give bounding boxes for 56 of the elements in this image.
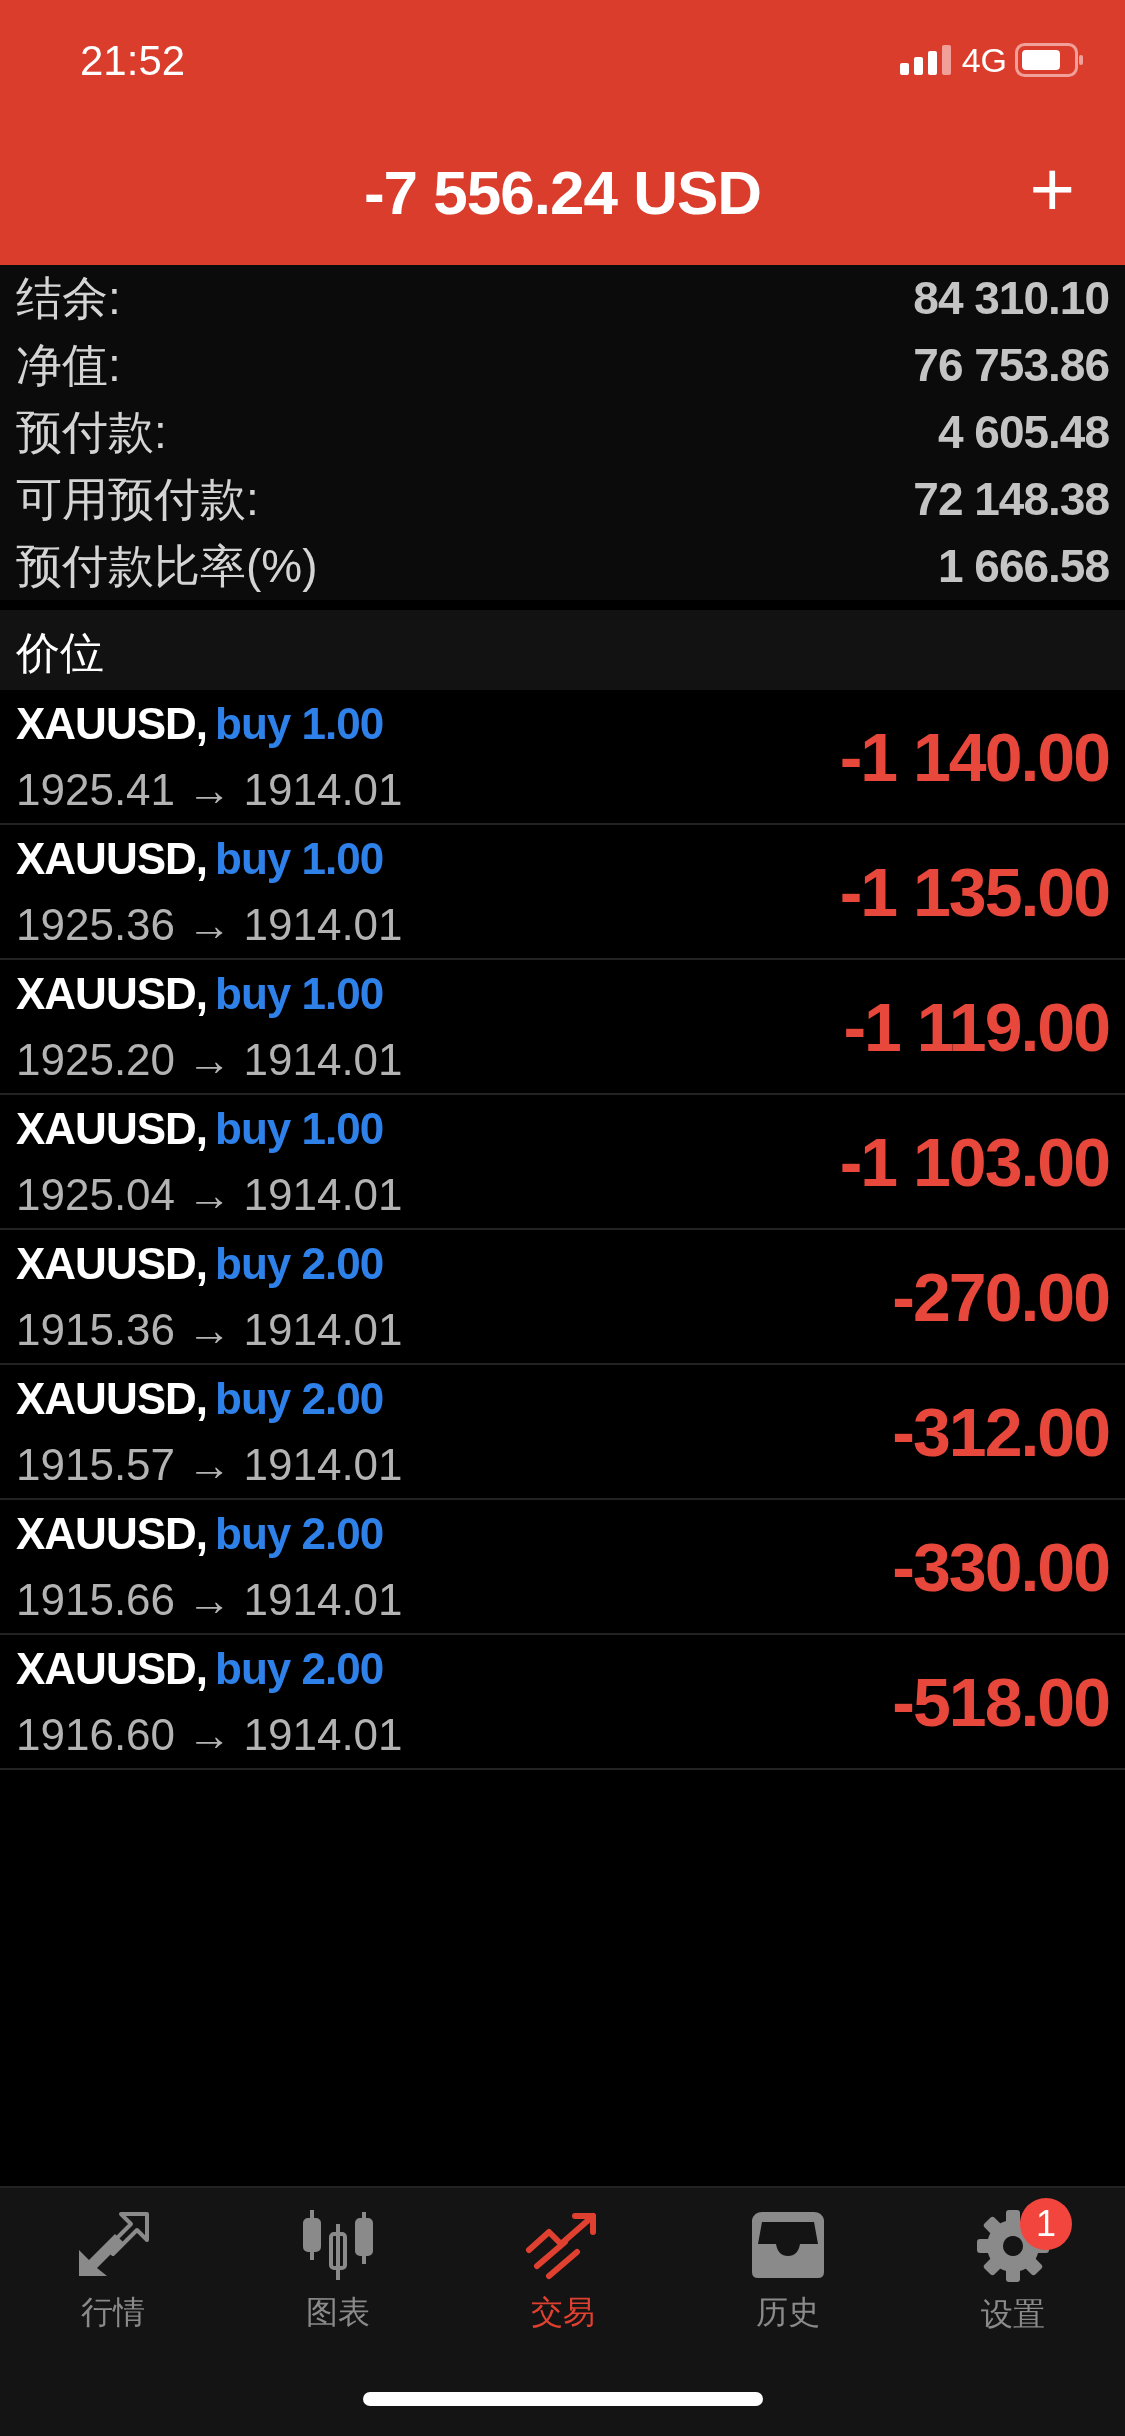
summary-label: 结余:: [16, 271, 121, 326]
profit-value: -1 103.00: [839, 1122, 1109, 1202]
section-title: 价位: [16, 628, 104, 677]
order-type: buy 2.00: [215, 1372, 384, 1425]
position-symbol: XAUUSD,: [16, 832, 208, 885]
position-symbol: XAUUSD,: [16, 1102, 208, 1155]
position-symbol: XAUUSD,: [16, 967, 208, 1020]
tab-item[interactable]: 设置 1: [900, 2188, 1125, 2339]
profit-value: -270.00: [892, 1257, 1109, 1337]
position-symbol: XAUUSD,: [16, 1642, 208, 1695]
battery-icon: [1015, 43, 1085, 77]
profit-value: -518.00: [892, 1662, 1109, 1742]
profit-value: -312.00: [892, 1392, 1109, 1472]
summary-value: 76 753.86: [913, 338, 1109, 393]
tab-item[interactable]: 交易: [450, 2188, 675, 2337]
summary-label: 可用预付款:: [16, 472, 259, 527]
price-change: 1915.66 → 1914.01: [16, 1573, 403, 1626]
position-symbol: XAUUSD,: [16, 1507, 208, 1560]
order-type: buy 2.00: [215, 1642, 384, 1695]
summary-value: 84 310.10: [913, 271, 1109, 326]
profit-value: -1 119.00: [843, 987, 1109, 1067]
position-symbol: XAUUSD,: [16, 1372, 208, 1425]
tab-item[interactable]: 历史: [675, 2188, 900, 2337]
tab-item[interactable]: 行情: [0, 2188, 225, 2337]
network-label: 4G: [961, 39, 1007, 81]
price-change: 1925.36 → 1914.01: [16, 898, 403, 951]
order-type: buy 2.00: [215, 1237, 384, 1290]
tab-item[interactable]: 图表: [225, 2188, 450, 2337]
price-change: 1915.36 → 1914.01: [16, 1303, 403, 1356]
order-type: buy 1.00: [215, 697, 384, 750]
summary-value: 1 666.58: [937, 539, 1109, 594]
summary-label: 预付款:: [16, 405, 167, 460]
order-type: buy 1.00: [215, 967, 384, 1020]
balance-title: -7 556.24 USD: [363, 157, 762, 229]
position-symbol: XAUUSD,: [16, 697, 208, 750]
summary-label: 净值:: [16, 338, 121, 393]
order-type: buy 2.00: [215, 1507, 384, 1560]
add-button[interactable]: +: [1019, 150, 1085, 228]
price-change: 1916.60 → 1914.01: [16, 1708, 403, 1761]
profit-value: -1 140.00: [839, 717, 1109, 797]
signal-icon: [899, 45, 954, 75]
profit-value: -330.00: [892, 1527, 1109, 1607]
price-change: 1925.41 → 1914.01: [16, 763, 403, 816]
status-time: 21:52: [80, 35, 186, 86]
summary-value: 72 148.38: [913, 472, 1109, 527]
inbox-tray-icon: [749, 2210, 826, 2280]
notification-badge: 1: [1020, 2198, 1072, 2250]
price-change: 1915.57 → 1914.01: [16, 1438, 403, 1491]
order-type: buy 1.00: [215, 1102, 384, 1155]
price-change: 1925.20 → 1914.01: [16, 1033, 403, 1086]
order-type: buy 1.00: [215, 832, 384, 885]
price-change: 1925.04 → 1914.01: [16, 1168, 403, 1221]
profit-value: -1 135.00: [839, 852, 1109, 932]
position-symbol: XAUUSD,: [16, 1237, 208, 1290]
summary-label: 预付款比率(%): [16, 539, 318, 594]
summary-value: 4 605.48: [937, 405, 1109, 460]
